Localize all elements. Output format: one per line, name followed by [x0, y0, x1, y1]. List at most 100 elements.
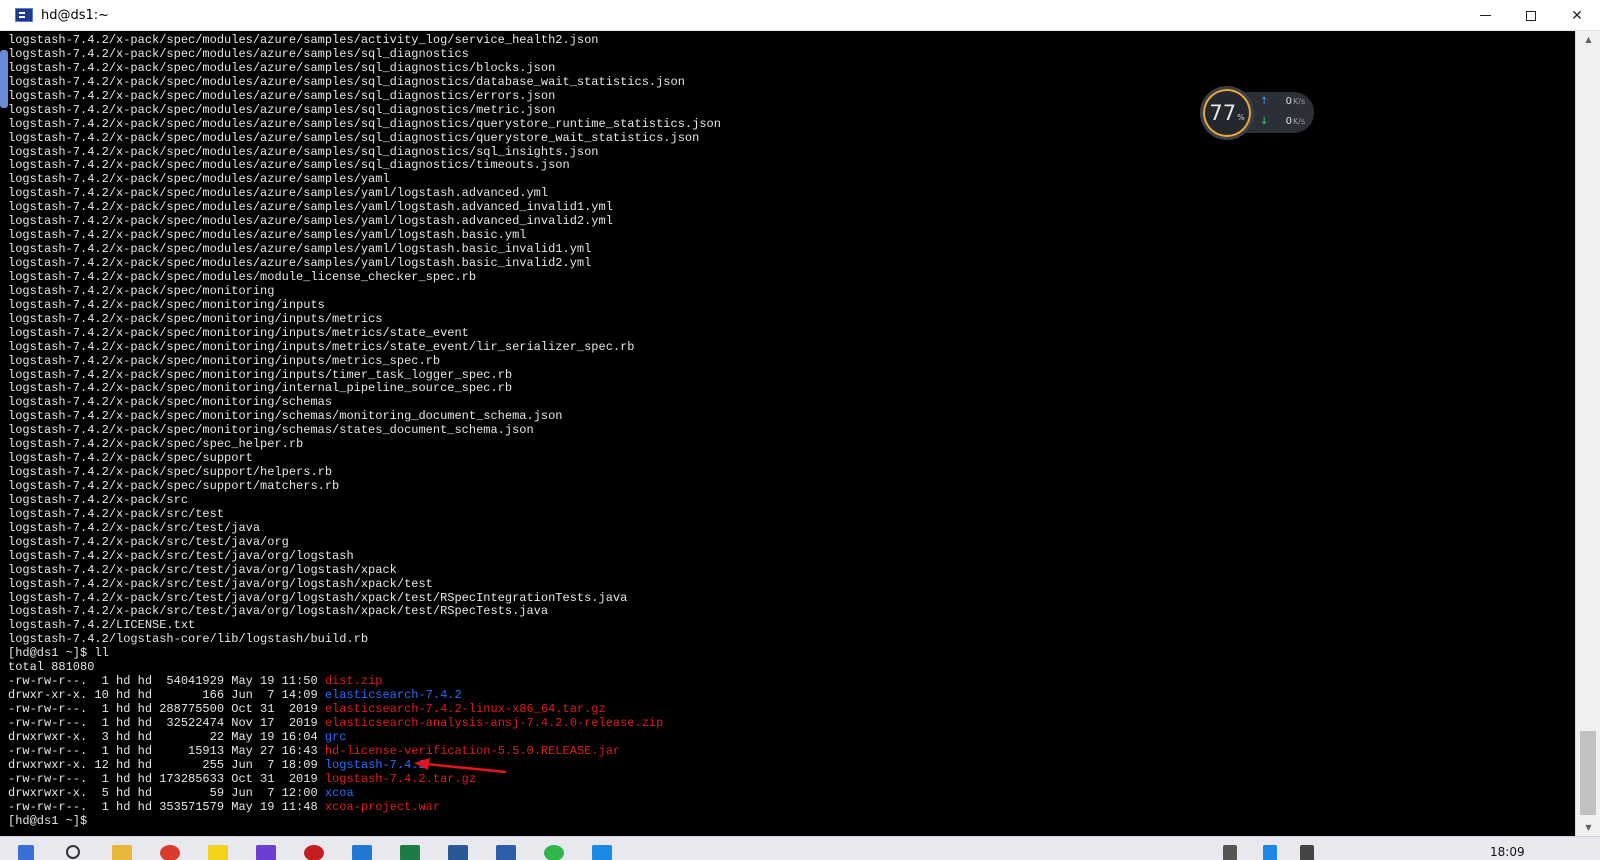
upload-speed-value: 0: [1285, 96, 1292, 107]
terminal-line: logstash-7.4.2/x-pack/src/test/java: [8, 520, 261, 535]
listing-row-meta: -rw-rw-r--. 1 hd hd 353571579 May 19 11:…: [8, 799, 325, 814]
close-icon: ✕: [1571, 7, 1583, 24]
listing-row: -rw-rw-r--. 1 hd hd 15913 May 27 16:43 h…: [8, 744, 1575, 759]
scroll-position-indicator: [0, 50, 8, 108]
terminal-line: logstash-7.4.2/x-pack/spec/modules/azure…: [8, 186, 549, 201]
window-controls: ✕: [1462, 0, 1600, 31]
xshell-icon[interactable]: [496, 845, 516, 860]
scroll-thumb[interactable]: [1580, 731, 1596, 815]
terminal-line: logstash-7.4.2/x-pack/src/test/java/org/…: [8, 562, 397, 577]
memory-usage-percent: 77: [1209, 101, 1237, 125]
start-windows-icon[interactable]: [18, 845, 34, 860]
network-speed-widget[interactable]: 77 % ↑ 0 K/s ↓ 0 K/s: [1200, 86, 1316, 140]
listing-total: total 881080: [8, 660, 95, 675]
terminal-line: logstash-7.4.2/x-pack/src/test/java/org/…: [8, 590, 628, 605]
listing-row-name: logstash-7.4.2: [324, 757, 426, 772]
chrome-icon[interactable]: [160, 845, 180, 860]
taskbar-clock[interactable]: 18:09: [1490, 845, 1525, 859]
window-title: hd@ds1:~: [41, 7, 110, 23]
terminal-line: logstash-7.4.2/x-pack/spec/spec_helper.r…: [8, 437, 304, 452]
tray-icon[interactable]: [1300, 845, 1314, 860]
terminal-line: logstash-7.4.2/x-pack/src: [8, 492, 189, 507]
download-arrow-icon: ↓: [1260, 116, 1269, 127]
minimize-button[interactable]: [1462, 0, 1508, 31]
listing-row-name: grc: [324, 729, 347, 744]
terminal-line: logstash-7.4.2/x-pack/spec/monitoring/sc…: [8, 395, 333, 410]
listing-row-name: xcoa: [324, 785, 354, 800]
percent-sign: %: [1237, 112, 1245, 122]
terminal-line: logstash-7.4.2/x-pack/src/test: [8, 506, 225, 521]
vscode-icon[interactable]: [352, 845, 372, 860]
terminal-line: logstash-7.4.2/x-pack/spec/modules/azure…: [8, 214, 613, 229]
download-speed-unit: K/s: [1293, 117, 1306, 126]
terminal-line: logstash-7.4.2/x-pack/spec/modules/azure…: [8, 74, 685, 89]
listing-row: drwxrwxr-x. 3 hd hd 22 May 19 16:04 grc: [8, 729, 1575, 745]
tray-icon[interactable]: [1223, 845, 1237, 860]
maximize-button[interactable]: [1508, 0, 1554, 31]
listing-row-meta: drwxr-xr-x. 10 hd hd 166 Jun 7 14:09: [8, 688, 325, 703]
terminal-line: logstash-7.4.2/x-pack/spec/monitoring/in…: [8, 367, 513, 382]
listing-row: -rw-rw-r--. 1 hd hd 54041929 May 19 11:5…: [8, 674, 1575, 689]
terminal-line: logstash-7.4.2/LICENSE.txt: [8, 618, 196, 633]
minimize-icon: [1479, 15, 1491, 16]
terminal-line: logstash-7.4.2/x-pack/spec/modules/modul…: [8, 269, 477, 284]
maximize-icon: [1526, 10, 1536, 21]
terminal-line: logstash-7.4.2/x-pack/spec/monitoring: [8, 283, 275, 298]
terminal-line: logstash-7.4.2/x-pack/spec/monitoring/in…: [8, 297, 325, 312]
sticky-notes-icon[interactable]: [208, 845, 228, 860]
upload-speed-unit: K/s: [1293, 97, 1306, 106]
listing-row-name: elasticsearch-7.4.2-linux-x86_64.tar.gz: [324, 702, 606, 716]
listing-row-name: elasticsearch-analysis-ansj-7.4.2.0-rele…: [324, 715, 664, 730]
netease-music-icon[interactable]: [304, 845, 324, 860]
listing-row: drwxr-xr-x. 10 hd hd 166 Jun 7 14:09 ela…: [8, 688, 1575, 703]
scroll-up-arrow-icon[interactable]: ▲: [1576, 31, 1600, 48]
upload-speed: ↑ 0 K/s: [1260, 96, 1312, 107]
terminal-line: logstash-7.4.2/x-pack/spec/support/helpe…: [8, 465, 333, 480]
terminal-output[interactable]: logstash-7.4.2/x-pack/spec/modules/azure…: [0, 31, 1575, 836]
terminal-line: logstash-7.4.2/x-pack/spec/monitoring/in…: [8, 381, 513, 396]
terminal-line: logstash-7.4.2/x-pack/spec/modules/azure…: [8, 116, 721, 131]
terminal-line: logstash-7.4.2/x-pack/src/test/java/org/…: [8, 548, 354, 563]
listing-row: drwxrwxr-x. 5 hd hd 59 Jun 7 12:00 xcoa: [8, 785, 1575, 801]
terminal-line: logstash-7.4.2/logstash-core/lib/logstas…: [8, 632, 369, 647]
taskbar[interactable]: 18:09: [0, 836, 1600, 860]
terminal-line: logstash-7.4.2/x-pack/spec/modules/azure…: [8, 60, 556, 75]
file-explorer-icon[interactable]: [112, 845, 132, 860]
terminal-line: logstash-7.4.2/x-pack/spec/modules/azure…: [8, 130, 700, 145]
scroll-down-arrow-icon[interactable]: ▼: [1576, 819, 1600, 836]
upload-arrow-icon: ↑: [1260, 96, 1269, 107]
mobaxterm-icon[interactable]: [448, 845, 468, 860]
listing-row-meta: -rw-rw-r--. 1 hd hd 54041929 May 19 11:5…: [8, 674, 325, 689]
excel-icon[interactable]: [400, 845, 420, 860]
search-icon[interactable]: [66, 845, 80, 859]
listing-row: -rw-rw-r--. 1 hd hd 288775500 Oct 31 201…: [8, 702, 1575, 717]
terminal-line: logstash-7.4.2/x-pack/src/test/java/org/…: [8, 604, 549, 619]
tray-icon[interactable]: [1263, 845, 1277, 860]
listing-row: -rw-rw-r--. 1 hd hd 32522474 Nov 17 2019…: [8, 715, 1575, 731]
listing-row-meta: -rw-rw-r--. 1 hd hd 173285633 Oct 31 201…: [8, 771, 325, 786]
terminal-line: logstash-7.4.2/x-pack/spec/modules/azure…: [8, 158, 570, 173]
listing-row: -rw-rw-r--. 1 hd hd 353571579 May 19 11:…: [8, 799, 1575, 815]
terminal-line: logstash-7.4.2/x-pack/spec/modules/azure…: [8, 33, 599, 47]
listing-row-name: xcoa-project.war: [324, 799, 441, 814]
annotation-arrow-icon: [414, 758, 507, 774]
download-speed-value: 0: [1285, 116, 1292, 127]
listing-row-meta: -rw-rw-r--. 1 hd hd 32522474 Nov 17 2019: [8, 715, 325, 730]
terminal-line: logstash-7.4.2/x-pack/spec/modules/azure…: [8, 242, 592, 257]
close-button[interactable]: ✕: [1554, 0, 1600, 31]
terminal-line: logstash-7.4.2/x-pack/spec/support/match…: [8, 479, 340, 493]
mail-icon[interactable]: [592, 845, 612, 860]
terminal-line: logstash-7.4.2/x-pack/spec/monitoring/in…: [8, 325, 469, 340]
terminal-line: logstash-7.4.2/x-pack/src/test/java/org/…: [8, 576, 433, 591]
download-speed: ↓ 0 K/s: [1260, 116, 1312, 127]
terminal-prompt[interactable]: [hd@ds1 ~]$: [8, 814, 1575, 829]
terminal-line: logstash-7.4.2/x-pack/spec/modules/azure…: [8, 200, 613, 215]
terminal-line: logstash-7.4.2/x-pack/spec/modules/azure…: [8, 228, 527, 243]
terminal-line: logstash-7.4.2/x-pack/spec/modules/azure…: [8, 172, 390, 187]
wechat-icon[interactable]: [544, 845, 564, 860]
title-bar[interactable]: hd@ds1:~ ✕: [0, 0, 1600, 31]
listing-row-meta: -rw-rw-r--. 1 hd hd 288775500 Oct 31 201…: [8, 702, 325, 716]
intellij-icon[interactable]: [256, 845, 276, 860]
vertical-scrollbar[interactable]: ▲ ▼: [1575, 31, 1600, 836]
listing-row-meta: drwxrwxr-x. 12 hd hd 255 Jun 7 18:09: [8, 757, 325, 772]
